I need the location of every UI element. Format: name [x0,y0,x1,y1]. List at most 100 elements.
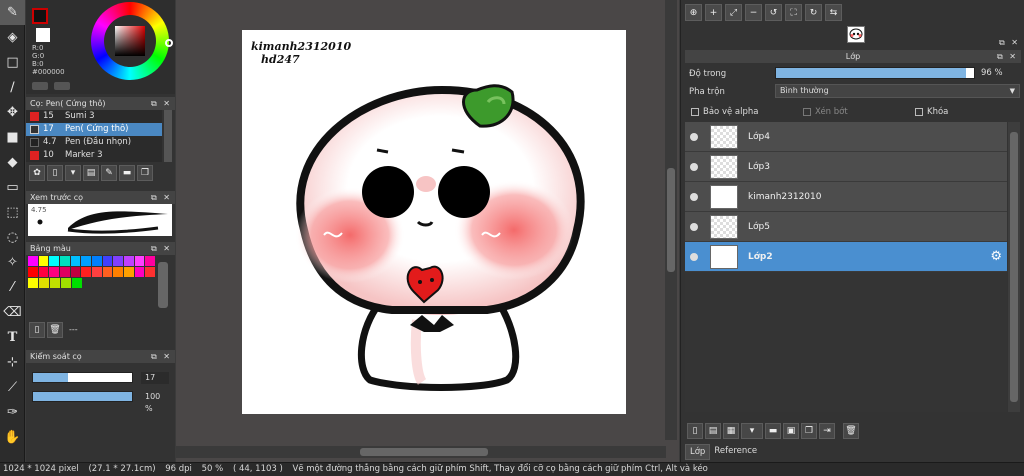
palette-swatch[interactable] [28,256,38,266]
eraser-tool-icon[interactable]: ◈ [0,25,25,50]
brush-edit-icon[interactable]: ✎ [101,165,117,181]
palette-swatch[interactable] [102,256,113,266]
new-8bit-layer-icon[interactable]: ▦ [723,423,739,439]
visibility-eye-icon[interactable] [690,252,698,261]
palette-swatch[interactable] [92,256,102,266]
zoom-out-icon[interactable]: − [745,4,762,21]
brush-item[interactable]: 4.7 Pen (Đầu nhọn) [26,136,162,149]
flip-icon[interactable]: ⇆ [825,4,842,21]
palette-swatch[interactable] [81,267,92,277]
new-palette-icon[interactable]: ▯ [29,322,45,338]
visibility-eye-icon[interactable] [690,132,698,141]
select-eraser-tool-icon[interactable]: ⌫ [0,300,25,325]
layer-row[interactable]: Lớp4 [685,122,1007,152]
palette-swatch[interactable] [102,267,113,277]
brush-item-selected[interactable]: 17 Pen( Cứng thô) [26,123,162,136]
canvas-vertical-thumb[interactable] [667,168,675,272]
tab-layers[interactable]: Lớp [685,444,711,460]
brush-settings-icon[interactable]: ✿ [29,165,45,181]
layer-row[interactable]: Lớp3 [685,152,1007,182]
panel-close-icon[interactable]: ⧉ ✕ [151,350,172,363]
palette-swatch[interactable] [60,267,70,277]
palette-swatch[interactable] [61,278,71,288]
dropper-tool-icon[interactable]: ✑ [0,400,25,425]
palette-swatch[interactable] [145,267,156,277]
duplicate-brush-icon[interactable]: ❐ [137,165,153,181]
palette-swatch[interactable] [38,267,49,277]
panel-close-icon[interactable]: ⧉ ✕ [997,50,1018,63]
visibility-eye-icon[interactable] [690,162,698,171]
brush-tool-icon[interactable]: ∕ [0,75,25,100]
brush-item[interactable]: 10 Marker 3 [26,149,162,162]
brush-opacity-value[interactable]: 100 % [141,391,169,413]
zoom-in-icon[interactable]: + [705,4,722,21]
gear-icon[interactable]: ⚙ [990,249,1002,264]
brush-item[interactable]: 15 Sumi 3 [26,110,162,123]
palette-swatch[interactable] [124,267,134,277]
palette-swatch[interactable] [49,256,60,266]
palette-swatch[interactable] [134,267,145,277]
palette-swatch[interactable] [39,278,49,288]
palette-swatch[interactable] [28,267,38,277]
palette-swatch[interactable] [38,256,49,266]
clipping-checkbox[interactable]: Xén bớt [803,107,848,117]
protect-alpha-checkbox[interactable]: Bảo vệ alpha [691,107,758,117]
bucket-tool-icon[interactable]: ◆ [0,150,25,175]
palette-swatch[interactable] [113,256,124,266]
delete-layer-icon[interactable]: 🗑 [843,423,859,439]
delete-palette-icon[interactable]: 🗑 [47,322,63,338]
copy-brush-icon[interactable]: ▤ [83,165,99,181]
palette-swatch[interactable] [124,256,134,266]
layer-scrollbar[interactable] [1008,122,1020,412]
divide-tool-icon[interactable]: ⊹ [0,350,25,375]
palette-swatch[interactable] [134,256,145,266]
layer-row-selected[interactable]: Lớp2 ⚙ [685,242,1007,272]
palette-swatch[interactable] [145,256,156,266]
magic-wand-tool-icon[interactable]: ✧ [0,250,25,275]
pen-tool-icon[interactable]: ✎ [0,0,25,25]
gradient-tool-icon[interactable]: ▭ [0,175,25,200]
palette-swatch[interactable] [72,278,82,288]
palette-scrollbar[interactable] [158,262,168,308]
text-tool-icon[interactable]: T [0,325,25,350]
duplicate-layer-icon[interactable]: ❐ [801,423,817,439]
panel-close-icon[interactable]: ⧉ ✕ [151,191,172,204]
background-color-swatch[interactable] [36,28,50,42]
brush-size-value[interactable]: 17 [141,372,169,384]
layer-row[interactable]: Lớp5 [685,212,1007,242]
canvas-horizontal-thumb[interactable] [360,448,488,456]
navigator-thumbnail[interactable] [847,26,865,43]
visibility-eye-icon[interactable] [690,222,698,231]
lock-checkbox[interactable]: Khóa [915,107,948,117]
palette-swatch[interactable] [60,256,70,266]
palette-swatch[interactable] [81,256,92,266]
blend-mode-select[interactable]: Bình thường ▼ [775,84,1020,98]
layer-row[interactable]: kimanh2312010 [685,182,1007,212]
new-brush-icon[interactable]: ▯ [47,165,63,181]
foreground-color-swatch[interactable] [32,8,48,24]
rect-select-tool-icon[interactable]: □ [0,50,25,75]
hand-tool-icon[interactable]: ✋ [0,425,25,450]
new-halftone-layer-icon[interactable]: ▤ [705,423,721,439]
eyedropper-tool-icon[interactable]: ⟋ [0,375,25,400]
brush-folder-icon[interactable]: ▬ [119,165,135,181]
color-wheel[interactable] [91,2,173,80]
drawing-canvas[interactable]: kimanh2312010 hd247 [242,30,626,414]
brush-list-scrollbar[interactable] [164,110,172,162]
palette-swatch[interactable] [70,256,81,266]
layer-opacity-slider[interactable] [775,67,975,79]
palette-swatch[interactable] [70,267,81,277]
transfer-layer-icon[interactable]: ⇥ [819,423,835,439]
canvas-horizontal-scrollbar[interactable] [176,446,666,458]
merge-layer-icon[interactable]: ▣ [783,423,799,439]
fit-icon[interactable]: ⤢ [725,4,742,21]
fill-rect-tool-icon[interactable]: ■ [0,125,25,150]
visibility-eye-icon[interactable] [690,192,698,201]
panel-close-icon[interactable]: ⧉ ✕ [151,242,172,255]
palette-swatch[interactable] [113,267,124,277]
color-mode-button[interactable] [32,82,48,90]
zoom-icon[interactable]: ⊕ [685,4,702,21]
palette-swatch[interactable] [50,278,60,288]
rotate-left-icon[interactable]: ↺ [765,4,782,21]
palette-swatch[interactable] [92,267,102,277]
